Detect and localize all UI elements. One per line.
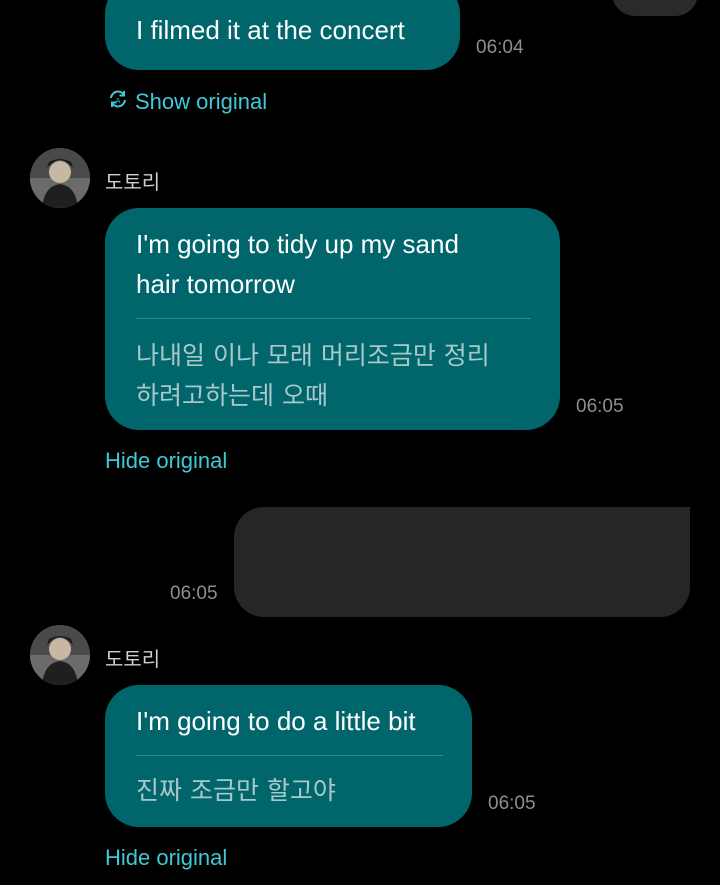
hide-original-button[interactable]: Hide original xyxy=(105,448,227,474)
svg-text:A: A xyxy=(116,97,121,105)
message-text-line: I'm going to tidy up my sand xyxy=(136,229,459,259)
message-timestamp: 06:05 xyxy=(170,583,218,604)
incoming-message-bubble[interactable]: I'm going to do a little bit 진짜 조금만 할고야 xyxy=(105,685,472,827)
sender-name: 도토리 xyxy=(105,170,161,194)
message-text-line: hair tomorrow xyxy=(136,269,295,299)
sender-avatar[interactable] xyxy=(30,148,90,208)
translation-divider xyxy=(136,318,531,319)
outgoing-message-bubble[interactable] xyxy=(234,507,690,617)
sender-name: 도토리 xyxy=(105,647,161,671)
original-text: 진짜 조금만 할고야 xyxy=(136,776,336,805)
incoming-message-bubble[interactable]: I'm going to tidy up my sand hair tomorr… xyxy=(105,208,560,430)
show-original-label: Show original xyxy=(135,89,268,115)
original-text-line: 하려고하는데 오때 xyxy=(136,381,328,410)
message-text: I'm going to do a little bit xyxy=(136,706,416,736)
sender-avatar[interactable] xyxy=(30,625,90,685)
message-reaction-chip[interactable] xyxy=(612,0,698,16)
incoming-message-bubble[interactable]: I filmed it at the concert xyxy=(105,0,460,70)
message-text: I filmed it at the concert xyxy=(136,15,405,45)
hide-original-button[interactable]: Hide original xyxy=(105,845,227,871)
original-text-line: 나내일 이나 모래 머리조금만 정리 xyxy=(136,341,490,370)
show-original-button[interactable]: A Show original xyxy=(107,88,267,116)
message-timestamp: 06:04 xyxy=(476,37,524,58)
message-timestamp: 06:05 xyxy=(576,396,624,417)
translate-refresh-icon: A xyxy=(107,88,129,116)
message-timestamp: 06:05 xyxy=(488,793,536,814)
translation-divider xyxy=(136,755,443,756)
